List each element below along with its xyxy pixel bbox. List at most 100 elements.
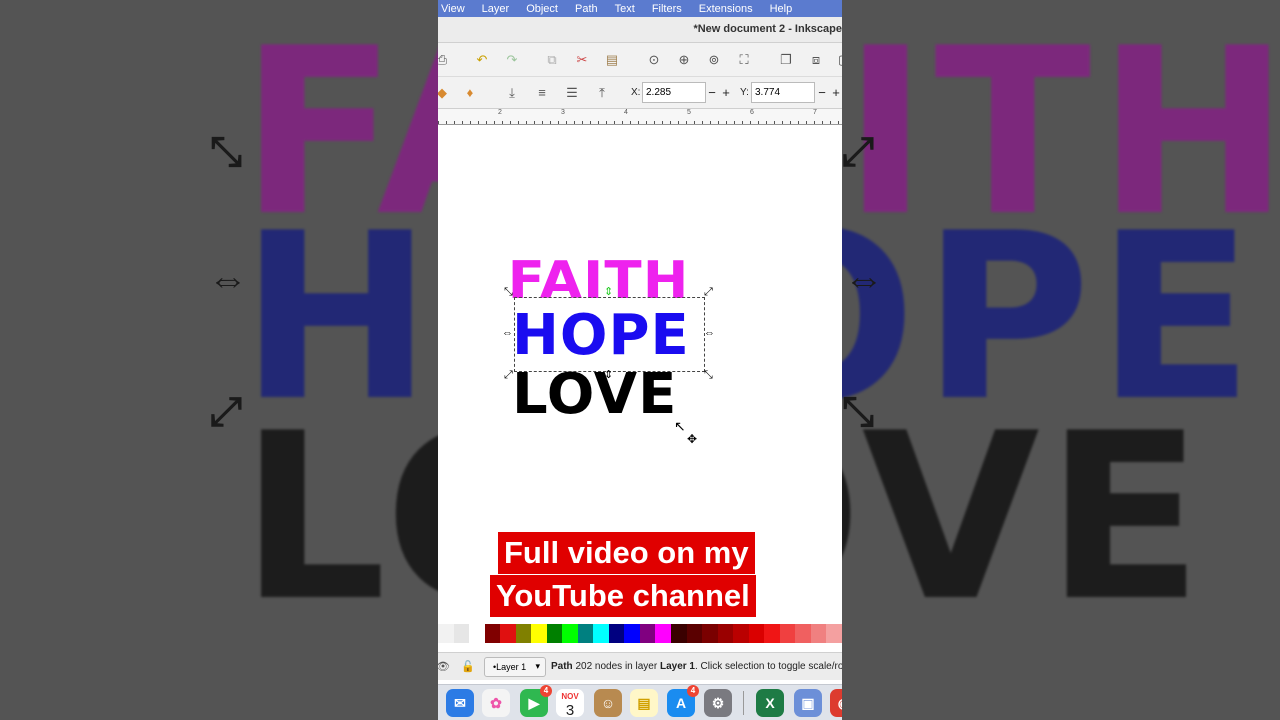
color-swatch[interactable] (608, 624, 625, 643)
color-swatch[interactable] (764, 624, 780, 643)
color-swatch[interactable] (624, 624, 640, 643)
scale-handle-w-icon[interactable]: ⇔ (502, 328, 513, 339)
clone-icon[interactable]: ⧈ (808, 52, 824, 68)
mail-icon[interactable]: ✉ (446, 689, 474, 717)
color-swatch[interactable] (500, 624, 516, 643)
color-swatch[interactable] (469, 624, 485, 643)
color-swatch[interactable] (748, 624, 765, 643)
color-swatch[interactable] (639, 624, 656, 643)
system-settings-icon[interactable]: ⚙ (704, 689, 732, 717)
raise-icon[interactable]: ♦ (462, 85, 478, 101)
color-swatch[interactable] (531, 624, 547, 643)
color-swatch[interactable] (795, 624, 811, 643)
lower-icon[interactable]: ◆ (438, 85, 450, 101)
ruler-tick (774, 121, 775, 124)
excel-icon[interactable]: X (756, 689, 784, 717)
menu-layer[interactable]: Layer (482, 3, 510, 15)
menu-view[interactable]: View (441, 3, 465, 15)
color-swatch[interactable] (438, 624, 454, 643)
photos-icon[interactable]: ✿ (482, 689, 510, 717)
ruler-tick (582, 121, 583, 124)
y-label: Y: (740, 87, 749, 98)
scale-handle-e-icon[interactable]: ⇔ (704, 328, 715, 339)
color-swatch[interactable] (670, 624, 687, 643)
group-icon[interactable]: ▢ (836, 52, 842, 68)
ruler-tick (598, 121, 599, 124)
menu-extensions[interactable]: Extensions (699, 3, 753, 15)
color-swatch[interactable] (717, 624, 734, 643)
chrome-icon[interactable]: ◉ (830, 689, 842, 717)
menu-text[interactable]: Text (615, 3, 635, 15)
y-increment-button[interactable]: + (830, 85, 842, 100)
color-swatch[interactable] (562, 624, 578, 643)
menu-object[interactable]: Object (526, 3, 558, 15)
x-coordinate-input[interactable] (642, 82, 706, 103)
ruler-tick (694, 121, 695, 124)
zoom-drawing-icon[interactable]: ⊕ (676, 52, 692, 68)
color-swatch[interactable] (593, 624, 609, 643)
visibility-icon[interactable]: 👁 (438, 659, 451, 675)
paste-icon[interactable]: ▤ (604, 52, 620, 68)
ruler-tick (814, 121, 815, 124)
bg-love-right: LOVE (842, 385, 1209, 652)
calendar-icon[interactable]: NOV 3 (556, 689, 584, 719)
lower-to-bottom-icon[interactable]: ⤓ (504, 85, 520, 101)
scale-handle-sw-icon[interactable]: ⤢ (504, 370, 513, 381)
menu-path[interactable]: Path (575, 3, 598, 15)
color-swatch[interactable] (577, 624, 594, 643)
scale-handle-ne-icon[interactable]: ⤢ (704, 287, 713, 298)
status-hint: . Click selection to toggle scale/rota (695, 661, 842, 672)
print-icon[interactable]: ⎙ (438, 52, 450, 68)
bg-handle-icon: ⤢ (210, 390, 242, 434)
color-swatch[interactable] (810, 624, 827, 643)
commands-toolbar: ⎙ ↶ ↷ ⧉ ✂ ▤ ⊙ ⊕ ⊚ ⛶ ❐ ⧈ ▢ (438, 43, 842, 77)
ruler-tick (702, 121, 703, 124)
contacts-icon[interactable]: ☺ (594, 689, 622, 717)
color-swatch[interactable] (453, 624, 470, 643)
cut-icon[interactable]: ✂ (574, 52, 590, 68)
y-coordinate-input[interactable] (751, 82, 815, 103)
menu-filters[interactable]: Filters (652, 3, 682, 15)
scale-handle-se-icon[interactable]: ⤡ (704, 370, 713, 381)
notes-icon[interactable]: ▤ (630, 689, 658, 717)
ruler-label: 7 (813, 109, 817, 116)
raise-to-top-icon[interactable]: ⤒ (594, 85, 610, 101)
background-blur-right: FAITH HOPE LOVE ⤢ ⇔ ⤡ (842, 0, 1280, 720)
scale-handle-n-icon[interactable]: ⇕ (604, 287, 613, 298)
ruler-tick (630, 121, 631, 124)
color-swatch[interactable] (515, 624, 532, 643)
ruler-tick (494, 121, 495, 124)
color-swatch[interactable] (733, 624, 749, 643)
zoom-fit-icon[interactable]: ⛶ (736, 52, 752, 68)
ruler-tick (726, 121, 727, 124)
x-decrement-button[interactable]: − (706, 85, 718, 100)
lock-icon[interactable]: 🔓 (460, 659, 476, 675)
color-swatch[interactable] (702, 624, 718, 643)
preview-icon[interactable]: ▣ (794, 689, 822, 717)
ruler-tick (670, 121, 671, 124)
copy-icon[interactable]: ⧉ (544, 52, 560, 68)
duplicate-icon[interactable]: ❐ (778, 52, 794, 68)
ruler-label: 6 (750, 109, 754, 116)
app-store-icon[interactable]: A4 (667, 685, 699, 717)
color-swatch[interactable] (655, 624, 671, 643)
layer-selector[interactable]: •Layer 1 ▾ (484, 657, 546, 677)
raise-one-icon[interactable]: ☰ (564, 85, 580, 101)
color-swatch[interactable] (826, 624, 842, 643)
color-swatch[interactable] (779, 624, 796, 643)
color-swatch[interactable] (546, 624, 563, 643)
scale-handle-s-icon[interactable]: ⇕ (604, 370, 613, 381)
color-swatch[interactable] (686, 624, 703, 643)
lower-one-icon[interactable]: ≡ (534, 85, 550, 101)
zoom-selection-icon[interactable]: ⊙ (646, 52, 662, 68)
redo-icon[interactable]: ↷ (504, 52, 520, 68)
menu-help[interactable]: Help (770, 3, 793, 15)
undo-icon[interactable]: ↶ (474, 52, 490, 68)
zoom-page-icon[interactable]: ⊚ (706, 52, 722, 68)
color-swatch[interactable] (484, 624, 501, 643)
y-decrement-button[interactable]: − (816, 85, 828, 100)
x-increment-button[interactable]: + (720, 85, 732, 100)
facetime-icon[interactable]: ▶ 4 (520, 685, 552, 717)
ruler-tick (622, 121, 623, 124)
scale-handle-nw-icon[interactable]: ⤡ (504, 287, 513, 298)
